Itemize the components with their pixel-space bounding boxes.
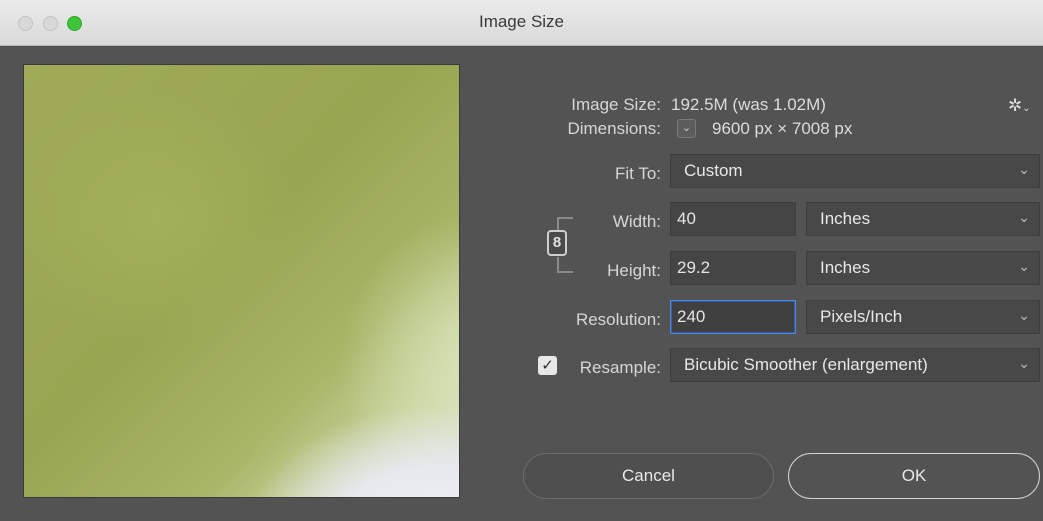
width-input[interactable]: 40	[670, 202, 796, 236]
height-unit-select[interactable]: Inches ⌄	[806, 251, 1040, 285]
resolution-label: Resolution:	[575, 310, 661, 329]
title-bar: Image Size	[0, 0, 1043, 46]
window-title: Image Size	[478, 12, 565, 31]
fit-to-value: Custom	[684, 161, 743, 180]
fit-to-label: Fit To:	[615, 164, 661, 183]
chevron-down-icon: ⌄	[1018, 258, 1030, 274]
dimensions-value: 9600 px × 7008 px	[712, 119, 853, 138]
resolution-unit-value: Pixels/Inch	[820, 307, 903, 326]
width-unit-value: Inches	[820, 209, 871, 228]
height-label: Height:	[607, 261, 661, 280]
width-unit-select[interactable]: Inches ⌄	[806, 202, 1040, 236]
resample-method-select[interactable]: Bicubic Smoother (enlargement) ⌄	[670, 348, 1040, 382]
width-label: Width:	[612, 212, 661, 231]
dimensions-unit-dropdown[interactable]: ⌄	[677, 119, 696, 138]
image-preview[interactable]	[23, 64, 460, 498]
resample-label: Resample:	[579, 358, 661, 377]
chevron-down-icon: ⌄	[1018, 355, 1030, 371]
height-unit-value: Inches	[820, 258, 871, 277]
cancel-button[interactable]: Cancel	[523, 453, 774, 499]
chevron-down-icon: ⌄	[1018, 307, 1030, 323]
chain-link-icon[interactable]: 8	[547, 230, 567, 256]
resample-method-value: Bicubic Smoother (enlargement)	[684, 355, 928, 374]
resolution-input[interactable]: 240	[670, 300, 796, 334]
height-input[interactable]: 29.2	[670, 251, 796, 285]
chevron-down-icon: ⌄	[1018, 209, 1030, 225]
image-size-label: Image Size:	[571, 95, 661, 114]
resolution-unit-select[interactable]: Pixels/Inch ⌄	[806, 300, 1040, 334]
chevron-down-icon: ⌄	[1018, 161, 1030, 177]
ok-button[interactable]: OK	[788, 453, 1040, 499]
image-size-value: 192.5M (was 1.02M)	[671, 95, 826, 114]
dimensions-label: Dimensions:	[567, 119, 661, 138]
fit-to-select[interactable]: Custom ⌄	[670, 154, 1040, 188]
gear-icon[interactable]: ✲⌄	[1008, 96, 1031, 116]
chevron-down-icon: ⌄	[681, 122, 692, 134]
